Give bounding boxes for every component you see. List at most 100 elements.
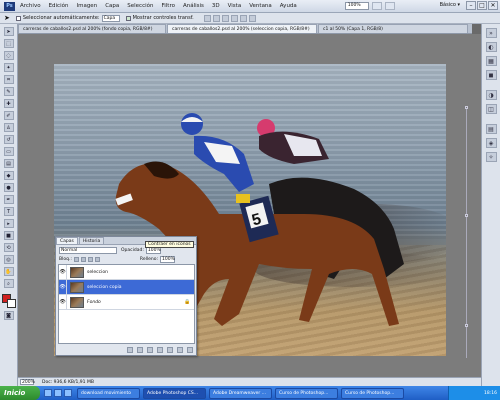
type-tool-icon[interactable]: T — [3, 207, 14, 216]
quick-mask-icon[interactable]: ◙ — [3, 311, 14, 320]
menu-imagen[interactable]: Imagen — [76, 3, 97, 9]
visibility-eye-icon[interactable]: 👁 — [59, 264, 67, 280]
taskbar-item[interactable]: Adobe Photoshop CS... — [143, 387, 206, 399]
menu-capa[interactable]: Capa — [105, 3, 119, 9]
channels-panel-icon[interactable]: ◈ — [485, 138, 497, 148]
start-button[interactable]: Inicio — [0, 386, 40, 400]
layer-row[interactable]: 👁 Fondo 🔒 — [59, 294, 194, 310]
new-group-icon[interactable] — [167, 347, 173, 353]
gradient-tool-icon[interactable]: ▤ — [3, 159, 14, 168]
tab-historia[interactable]: Historia — [78, 237, 105, 244]
tab-capas[interactable]: Capas — [56, 237, 78, 244]
delete-layer-icon[interactable] — [187, 347, 193, 353]
minimize-icon[interactable]: – — [466, 1, 476, 10]
menu-3d[interactable]: 3D — [212, 3, 220, 9]
blur-tool-icon[interactable]: ◆ — [3, 171, 14, 180]
history-brush-tool-icon[interactable]: ↺ — [3, 135, 14, 144]
document-tab-fondo-copia[interactable]: carreras de caballos2.psd al 200% (fondo… — [18, 24, 166, 33]
main-jockey-body — [194, 135, 254, 192]
visibility-eye-icon[interactable]: 👁 — [59, 279, 67, 295]
align-center-icon[interactable] — [239, 14, 247, 22]
healing-brush-tool-icon[interactable]: ✚ — [3, 99, 14, 108]
lock-all-icon[interactable] — [94, 257, 100, 262]
crop-tool-icon[interactable]: ⌗ — [3, 75, 14, 84]
document-tab-seleccion-copia[interactable]: carreras de caballos2.psd al 200% (selec… — [167, 24, 317, 33]
magic-wand-tool-icon[interactable]: ✦ — [3, 63, 14, 72]
menu-filtro[interactable]: Filtro — [161, 3, 174, 9]
pen-tool-icon[interactable]: ✒ — [3, 195, 14, 204]
menu-analisis[interactable]: Análisis — [183, 3, 204, 9]
eyedropper-tool-icon[interactable]: ✎ — [3, 87, 14, 96]
document-tab-c1[interactable]: c1 al 50% (Capa 1, RGB/8) — [318, 24, 468, 33]
clone-stamp-tool-icon[interactable]: ♙ — [3, 123, 14, 132]
eraser-tool-icon[interactable]: ▭ — [3, 147, 14, 156]
dodge-tool-icon[interactable]: ● — [3, 183, 14, 192]
brush-tool-icon[interactable]: ✐ — [3, 111, 14, 120]
align-right-icon[interactable] — [248, 14, 256, 22]
hand-tool-icon[interactable]: ✋ — [3, 267, 14, 276]
shape-tool-icon[interactable]: ■ — [3, 231, 14, 240]
menu-archivo[interactable]: Archivo — [20, 3, 41, 9]
auto-select-dropdown[interactable]: Capa — [101, 14, 120, 22]
3d-orbit-tool-icon[interactable]: ◎ — [3, 255, 14, 264]
color-panel-icon[interactable]: ◐ — [485, 42, 497, 52]
align-bottom-icon[interactable] — [221, 14, 229, 22]
zoom-level-field[interactable]: 100% — [344, 2, 369, 10]
taskbar-item[interactable]: download movimiento — [77, 387, 140, 399]
taskbar-item[interactable]: Adobe Dreamweaver ... — [209, 387, 272, 399]
collapse-panels-icon[interactable]: » — [485, 28, 497, 38]
fill-field[interactable]: 100% — [160, 256, 175, 263]
new-layer-icon[interactable] — [177, 347, 183, 353]
layer-style-icon[interactable] — [137, 347, 143, 353]
adjustment-layer-icon[interactable] — [157, 347, 163, 353]
align-left-icon[interactable] — [230, 14, 238, 22]
maximize-icon[interactable]: □ — [477, 1, 487, 10]
auto-select-checkbox[interactable] — [15, 15, 21, 21]
workspace-switcher[interactable]: Básico ▾ — [440, 2, 460, 8]
visibility-eye-icon[interactable]: 👁 — [59, 294, 67, 310]
show-transform-checkbox[interactable] — [125, 15, 131, 21]
adjustments-panel-icon[interactable]: ◑ — [485, 90, 497, 100]
lock-pixels-icon[interactable] — [80, 257, 86, 262]
lock-position-icon[interactable] — [87, 257, 93, 262]
transform-handle[interactable] — [465, 324, 468, 327]
layers-panel-icon[interactable]: ▤ — [485, 124, 497, 134]
arrange-documents-icon[interactable] — [371, 2, 382, 10]
paths-panel-icon[interactable]: ✧ — [485, 152, 497, 162]
menu-ayuda[interactable]: Ayuda — [280, 3, 297, 9]
menu-ventana[interactable]: Ventana — [249, 3, 272, 9]
menu-vista[interactable]: Vista — [228, 3, 242, 9]
lock-transparency-icon[interactable] — [73, 257, 79, 262]
background-color-swatch[interactable] — [6, 299, 16, 308]
color-swatches[interactable] — [1, 294, 16, 308]
swatches-panel-icon[interactable]: ▦ — [485, 56, 497, 66]
layer-row[interactable]: 👁 seleccion — [59, 264, 194, 280]
quick-launch-icon[interactable] — [44, 389, 52, 397]
align-middle-icon[interactable] — [212, 14, 220, 22]
quick-launch-icon[interactable] — [64, 389, 72, 397]
transform-handle[interactable] — [465, 106, 468, 109]
link-layers-icon[interactable] — [127, 347, 133, 353]
status-zoom-field[interactable]: 200% — [20, 379, 35, 385]
add-mask-icon[interactable] — [147, 347, 153, 353]
styles-panel-icon[interactable]: ◼ — [485, 70, 497, 80]
menu-seleccion[interactable]: Selección — [127, 3, 153, 9]
taskbar-item[interactable]: Curso de Photoshop... — [275, 387, 338, 399]
blend-mode-dropdown[interactable]: Normal — [59, 246, 117, 254]
quick-launch-icon[interactable] — [54, 389, 62, 397]
lasso-tool-icon[interactable]: ◌ — [3, 51, 14, 60]
taskbar-item[interactable]: Curso de Photoshop... — [341, 387, 404, 399]
menu-edicion[interactable]: Edición — [49, 3, 69, 9]
3d-rotate-tool-icon[interactable]: ⟲ — [3, 243, 14, 252]
close-icon[interactable]: ✕ — [488, 1, 498, 10]
move-tool-icon[interactable]: ➤ — [4, 14, 10, 22]
path-selection-tool-icon[interactable]: ▸ — [3, 219, 14, 228]
layer-row[interactable]: 👁 seleccion copia — [59, 279, 194, 295]
align-top-icon[interactable] — [203, 14, 211, 22]
zoom-tool-icon[interactable]: ⌕ — [3, 279, 14, 288]
transform-handle[interactable] — [465, 214, 468, 217]
screen-mode-icon[interactable] — [384, 2, 395, 10]
marquee-tool-icon[interactable]: ⬚ — [3, 39, 14, 48]
masks-panel-icon[interactable]: ◫ — [485, 104, 497, 114]
move-tool-icon[interactable]: ➤ — [3, 27, 14, 36]
